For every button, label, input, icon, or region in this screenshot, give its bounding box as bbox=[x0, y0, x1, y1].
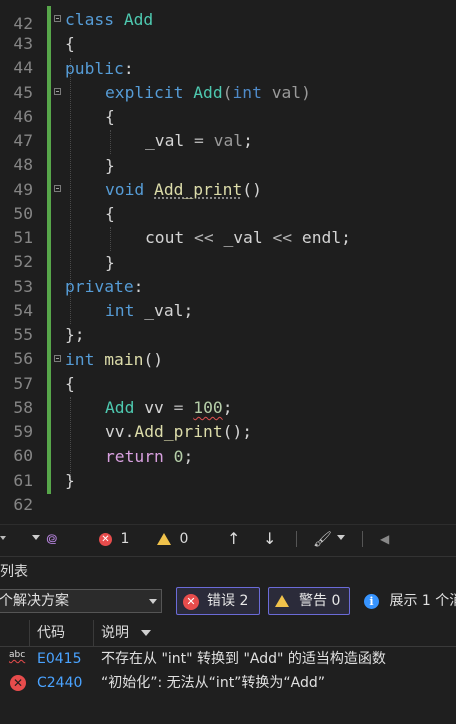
code-line[interactable]: 51 { bbox=[0, 202, 456, 247]
scroll-left-button[interactable]: ◀ bbox=[380, 525, 389, 553]
code-line[interactable]: 56 }; bbox=[0, 323, 456, 368]
next-issue-button[interactable]: ↓ bbox=[263, 525, 276, 553]
code-line[interactable]: 52 cout << _val << endl; bbox=[0, 226, 456, 271]
code-line[interactable]: 46 explicit Add(int val) bbox=[0, 81, 456, 126]
code-text: } bbox=[105, 156, 115, 175]
previous-issue-button[interactable]: ↑ bbox=[227, 525, 240, 553]
code-text: int main() bbox=[65, 350, 164, 369]
code-text: int _val; bbox=[105, 301, 194, 320]
code-editor[interactable]: 42 43 class Add 44 { 45 public: 46 expli… bbox=[0, 0, 456, 524]
code-text: return 0; bbox=[105, 447, 194, 466]
error-list-toolbar: 个解决方案 ✕ 错误 2 警告 0 i 展示 1 个消 bbox=[0, 586, 456, 618]
warning-icon bbox=[157, 533, 171, 545]
code-text: explicit Add(int val) bbox=[105, 83, 311, 102]
code-line[interactable]: 61 return 0; bbox=[0, 445, 456, 490]
code-text: { bbox=[105, 204, 115, 223]
error-code-link[interactable]: C2440 bbox=[37, 671, 82, 695]
collapse-toggle-icon[interactable] bbox=[54, 185, 61, 192]
column-divider[interactable] bbox=[29, 620, 30, 646]
errors-filter-button[interactable]: ✕ 错误 2 bbox=[176, 587, 260, 615]
code-line[interactable]: 59 Add vv = 100; bbox=[0, 396, 456, 441]
info-icon: i bbox=[364, 594, 379, 609]
code-line[interactable]: 43 class Add bbox=[0, 8, 456, 53]
code-line[interactable]: 62 } bbox=[0, 469, 456, 514]
code-text: { bbox=[105, 107, 115, 126]
code-line[interactable]: 58 { bbox=[0, 372, 456, 417]
code-text: } bbox=[105, 253, 115, 272]
spelling-error-icon: abc bbox=[9, 650, 26, 660]
error-description: “初始化”: 无法从“int”转换为“Add” bbox=[101, 675, 326, 691]
error-list-title: 列表 bbox=[0, 556, 456, 587]
copilot-icon[interactable]: ᪤ bbox=[46, 525, 58, 553]
code-line[interactable]: 47 { bbox=[0, 105, 456, 150]
warning-icon bbox=[275, 595, 289, 607]
code-line[interactable]: 54 private: bbox=[0, 275, 456, 320]
collapse-toggle-icon[interactable] bbox=[54, 15, 61, 22]
warning-count-indicator[interactable]: 0 bbox=[157, 525, 188, 553]
error-icon: ✕ bbox=[183, 594, 199, 610]
code-cleanup-icon[interactable]: 🖌 bbox=[313, 525, 332, 553]
table-row[interactable]: ✕ C2440 “初始化”: 无法从“int”转换为“Add” bbox=[0, 671, 456, 695]
code-line[interactable]: 45 public: bbox=[0, 57, 456, 102]
error-icon: ✕ bbox=[10, 675, 26, 691]
code-line[interactable]: 50 void Add_print() bbox=[0, 178, 456, 223]
code-line[interactable]: 53 } bbox=[0, 251, 456, 296]
code-line[interactable]: 60 vv.Add_print(); bbox=[0, 420, 456, 465]
code-text: }; bbox=[65, 325, 85, 344]
error-description: 不存在从 "int" 转换到 "Add" 的适当构造函数 bbox=[101, 651, 386, 667]
code-text: class Add bbox=[65, 10, 154, 29]
code-text: cout << _val << endl; bbox=[145, 228, 351, 247]
editor-status-bar: ᪤ ✕ 1 0 ↑ ↓ 🖌 ◀ bbox=[0, 524, 456, 553]
code-line[interactable]: 48 _val = val; bbox=[0, 129, 456, 174]
code-line[interactable]: 57 int main() bbox=[0, 348, 456, 393]
description-column-header[interactable]: 说明 bbox=[101, 620, 152, 646]
chevron-down-icon[interactable] bbox=[337, 535, 345, 540]
code-text: vv.Add_print(); bbox=[105, 422, 253, 441]
code-text: { bbox=[65, 34, 75, 53]
error-list-header: 代码 说明 bbox=[0, 620, 456, 647]
error-count-indicator[interactable]: ✕ 1 bbox=[99, 525, 129, 553]
code-text: public: bbox=[65, 59, 134, 78]
column-divider[interactable] bbox=[93, 620, 94, 646]
code-text: _val = val; bbox=[145, 131, 253, 150]
error-code-link[interactable]: E0415 bbox=[37, 647, 81, 671]
code-text: { bbox=[65, 374, 75, 393]
error-icon: ✕ bbox=[99, 532, 112, 546]
collapse-toggle-icon[interactable] bbox=[54, 355, 61, 362]
table-row[interactable]: abc E0415 不存在从 "int" 转换到 "Add" 的适当构造函数 bbox=[0, 647, 456, 671]
code-column-header[interactable]: 代码 bbox=[37, 620, 65, 646]
code-line[interactable]: 55 int _val; bbox=[0, 299, 456, 344]
code-text: } bbox=[65, 471, 75, 490]
code-text: Add vv = 100; bbox=[105, 398, 233, 417]
scope-dropdown[interactable]: 个解决方案 bbox=[0, 589, 162, 613]
divider bbox=[296, 531, 297, 547]
filter-dropdown-icon[interactable] bbox=[141, 630, 152, 636]
line-number: 62 bbox=[13, 495, 33, 514]
divider bbox=[362, 531, 363, 547]
collapse-toggle-icon[interactable] bbox=[54, 88, 61, 95]
chevron-down-icon[interactable] bbox=[32, 535, 40, 540]
error-squiggle: 100 bbox=[193, 398, 223, 417]
code-line[interactable]: 49 } bbox=[0, 154, 456, 199]
chevron-down-icon bbox=[149, 599, 157, 604]
messages-filter-button[interactable]: i 展示 1 个消 bbox=[364, 587, 456, 615]
code-text: private: bbox=[65, 277, 144, 296]
code-text: void Add_print() bbox=[105, 180, 262, 199]
dropdown-indicator[interactable] bbox=[0, 536, 8, 542]
warnings-filter-button[interactable]: 警告 0 bbox=[268, 587, 350, 615]
code-line[interactable]: 44 { bbox=[0, 32, 456, 77]
